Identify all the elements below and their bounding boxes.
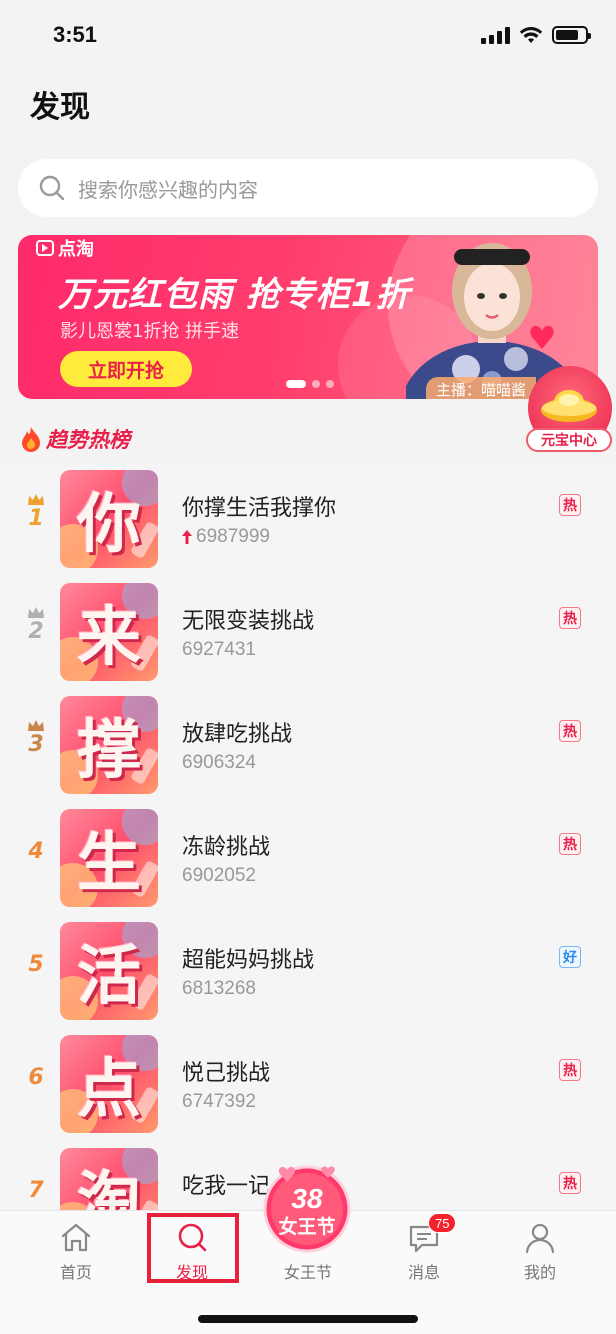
- topic-count-value: 6902052: [182, 865, 256, 886]
- rank-number: 7: [28, 1178, 44, 1203]
- selected-tab-highlight: [147, 1213, 239, 1283]
- battery-icon: [552, 26, 591, 44]
- banner-brand: 点淘: [36, 235, 94, 261]
- topic-title: 超能妈妈挑战: [182, 948, 315, 973]
- list-item[interactable]: 5 活 超能妈妈挑战 6813268 好: [0, 914, 616, 1027]
- anchor-name-tag: 主播：喵喵酱: [426, 377, 537, 399]
- ingot-center-label: 元宝中心: [526, 428, 612, 452]
- thumbnail-char: 生: [77, 827, 141, 901]
- topic-thumbnail: 来: [60, 583, 158, 681]
- crown-icon: [28, 494, 44, 505]
- topic-thumbnail: 生: [60, 809, 158, 907]
- wifi-icon: [519, 27, 543, 43]
- rank-number: 4: [28, 839, 44, 864]
- topic-title: 吃我一记: [182, 1174, 271, 1199]
- topic-thumbnail: 淘: [60, 1148, 158, 1210]
- topic-count-value: 6813268: [182, 978, 256, 999]
- tab-home-label: 首页: [59, 1263, 92, 1282]
- banner-headline: 万元红包雨 抢专柜1折: [58, 275, 411, 315]
- rising-arrow-icon: [182, 530, 192, 544]
- promo-banner[interactable]: 点淘 万元红包雨 抢专柜1折 影儿恩裳1折抢 拼手速 立即开抢 主播：喵喵酱: [18, 235, 598, 399]
- rank-number: 5: [28, 952, 44, 977]
- trending-list: 1 你 你撑生活我撑你 6987999 热 2 来 无限变装挑战 6927431 热 3 撑 放肆吃挑战…: [0, 462, 616, 1210]
- good-tag: 好: [559, 946, 581, 968]
- list-item[interactable]: 6 点 悦己挑战 6747392 热: [0, 1027, 616, 1140]
- hot-tag: 热: [559, 494, 581, 516]
- topic-count-value: 6747392: [182, 1091, 256, 1112]
- banner-pagination: [286, 380, 334, 388]
- thumbnail-char: 点: [77, 1053, 141, 1127]
- topic-count-value: 6927431: [182, 639, 256, 660]
- flame-icon: [22, 427, 40, 452]
- gold-ingot-icon: [541, 390, 597, 422]
- thumbnail-char: 你: [77, 488, 141, 562]
- crown-icon: [28, 720, 44, 731]
- topic-thumbnail: 活: [60, 922, 158, 1020]
- topic-count: 6902052: [182, 865, 256, 887]
- topic-title: 冻龄挑战: [182, 835, 271, 860]
- hot-tag: 热: [559, 720, 581, 742]
- queen-badge-text: 女王节: [278, 1215, 335, 1238]
- trending-title: 趋势热榜: [46, 428, 130, 452]
- message-count-badge: 75: [428, 1213, 457, 1233]
- topic-count-value: 6906324: [182, 752, 256, 773]
- topic-count: 6906324: [182, 752, 256, 774]
- topic-title: 悦己挑战: [182, 1061, 271, 1086]
- ingot-center-button[interactable]: 元宝中心: [526, 366, 612, 456]
- topic-thumbnail: 点: [60, 1035, 158, 1133]
- search-placeholder: 搜索你感兴趣的内容: [78, 177, 258, 202]
- tab-profile-label: 我的: [523, 1263, 556, 1282]
- page-title: 发现: [30, 90, 90, 125]
- thumbnail-char: 活: [77, 940, 141, 1014]
- status-time: 3:51: [53, 22, 98, 47]
- topic-title: 你撑生活我撑你: [182, 496, 337, 521]
- tab-queen-festival-label: 女王节: [283, 1263, 332, 1282]
- thumbnail-char: 淘: [77, 1166, 141, 1210]
- crown-icon: [28, 607, 44, 618]
- queen-festival-icon[interactable]: 38 女王节: [262, 1164, 352, 1254]
- rank-number: 3: [28, 732, 44, 757]
- search-icon: [39, 175, 65, 201]
- topic-count: 6927431: [182, 639, 256, 661]
- status-bar: 3:51: [0, 0, 616, 74]
- topic-count-value: 6987999: [196, 526, 270, 547]
- trending-header: 趋势热榜: [20, 424, 130, 454]
- topic-thumbnail: 你: [60, 470, 158, 568]
- banner-brand-label: 点淘: [58, 239, 94, 260]
- hot-tag: 热: [559, 1172, 581, 1194]
- home-indicator: [198, 1315, 418, 1323]
- banner-subline: 影儿恩裳1折抢 拼手速: [60, 321, 240, 342]
- topic-title: 无限变装挑战: [182, 609, 315, 634]
- list-item[interactable]: 2 来 无限变装挑战 6927431 热: [0, 575, 616, 688]
- thumbnail-char: 来: [77, 601, 141, 675]
- hot-tag: 热: [559, 1059, 581, 1081]
- hot-tag: 热: [559, 833, 581, 855]
- cellular-signal-icon: [481, 26, 510, 44]
- topic-thumbnail: 撑: [60, 696, 158, 794]
- tab-messages-label: 消息: [407, 1263, 440, 1282]
- list-item[interactable]: 4 生 冻龄挑战 6902052 热: [0, 801, 616, 914]
- hot-tag: 热: [559, 607, 581, 629]
- list-item[interactable]: 3 撑 放肆吃挑战 6906324 热: [0, 688, 616, 801]
- profile-icon: [525, 1223, 555, 1254]
- topic-title: 放肆吃挑战: [182, 722, 293, 747]
- thumbnail-char: 撑: [77, 714, 141, 788]
- rank-number: 1: [28, 506, 44, 531]
- queen-badge-number: 38: [291, 1183, 323, 1214]
- tab-home[interactable]: 首页: [36, 1221, 116, 1285]
- diantao-logo-icon: [36, 240, 54, 256]
- list-item[interactable]: 1 你 你撑生活我撑你 6987999 热: [0, 462, 616, 575]
- status-icons: [481, 26, 591, 44]
- rank-number: 2: [28, 619, 44, 644]
- rank-number: 6: [28, 1065, 44, 1090]
- search-input[interactable]: 搜索你感兴趣的内容: [18, 159, 598, 217]
- topic-count: 6987999: [182, 526, 270, 548]
- home-icon: [61, 1223, 91, 1252]
- tab-profile[interactable]: 我的: [500, 1221, 580, 1285]
- banner-cta-button[interactable]: 立即开抢: [60, 351, 192, 387]
- topic-count: 6747392: [182, 1091, 256, 1113]
- topic-count: 6813268: [182, 978, 256, 1000]
